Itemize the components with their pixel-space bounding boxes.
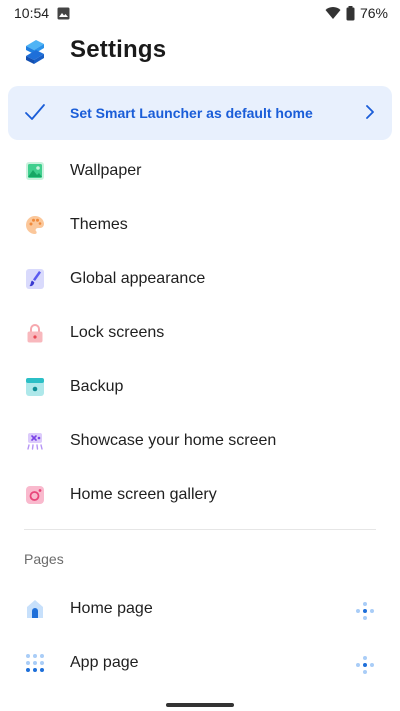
menu-item-label: Themes	[70, 216, 128, 233]
image-notification-icon	[57, 7, 70, 20]
wallpaper-icon	[24, 160, 46, 182]
status-bar: 10:54 76%	[0, 0, 400, 26]
menu-item-lock-screens[interactable]: Lock screens	[0, 308, 400, 360]
drag-handle-icon[interactable]	[354, 654, 376, 676]
checkmark-icon	[24, 101, 46, 128]
palette-icon	[24, 214, 46, 236]
menu-item-label: Backup	[70, 378, 124, 395]
app-grid-icon	[24, 652, 46, 674]
status-time: 10:54	[14, 5, 50, 21]
set-default-home-label: Set Smart Launcher as default home	[70, 105, 313, 121]
menu-item-label: Showcase your home screen	[70, 432, 277, 449]
home-indicator[interactable]	[166, 703, 234, 707]
menu-item-label: Global appearance	[70, 270, 206, 287]
page-title: Settings	[70, 36, 167, 63]
gallery-icon	[24, 484, 46, 506]
section-divider	[24, 529, 376, 530]
menu-item-themes[interactable]: Themes	[0, 200, 400, 252]
home-icon	[24, 598, 46, 620]
menu-item-showcase[interactable]: Showcase your home screen	[0, 416, 400, 468]
header: Settings	[0, 30, 400, 76]
chevron-right-icon	[364, 105, 376, 124]
lock-icon	[24, 322, 46, 344]
menu-item-label: Home page	[70, 600, 153, 617]
backup-icon	[24, 376, 46, 398]
battery-percent: 76%	[359, 5, 388, 21]
brush-icon	[24, 268, 46, 290]
menu-item-label: Lock screens	[70, 324, 165, 341]
menu-item-app-page[interactable]: App page	[0, 638, 400, 690]
menu-item-global-appearance[interactable]: Global appearance	[0, 254, 400, 306]
menu-item-home-page[interactable]: Home page	[0, 584, 400, 636]
menu-item-home-screen-gallery[interactable]: Home screen gallery	[0, 470, 400, 522]
menu-item-backup[interactable]: Backup	[0, 362, 400, 414]
wifi-icon	[325, 6, 341, 20]
battery-icon	[346, 5, 355, 21]
smart-launcher-logo-icon	[22, 38, 48, 68]
drag-handle-icon[interactable]	[354, 600, 376, 622]
pages-section-header: Pages	[24, 551, 64, 567]
showcase-icon	[24, 430, 46, 452]
menu-item-wallpaper[interactable]: Wallpaper	[0, 146, 400, 198]
menu-item-label: Home screen gallery	[70, 486, 217, 503]
menu-item-label: App page	[70, 654, 139, 671]
menu-item-label: Wallpaper	[70, 162, 142, 179]
set-default-home-banner[interactable]: Set Smart Launcher as default home	[8, 86, 392, 140]
